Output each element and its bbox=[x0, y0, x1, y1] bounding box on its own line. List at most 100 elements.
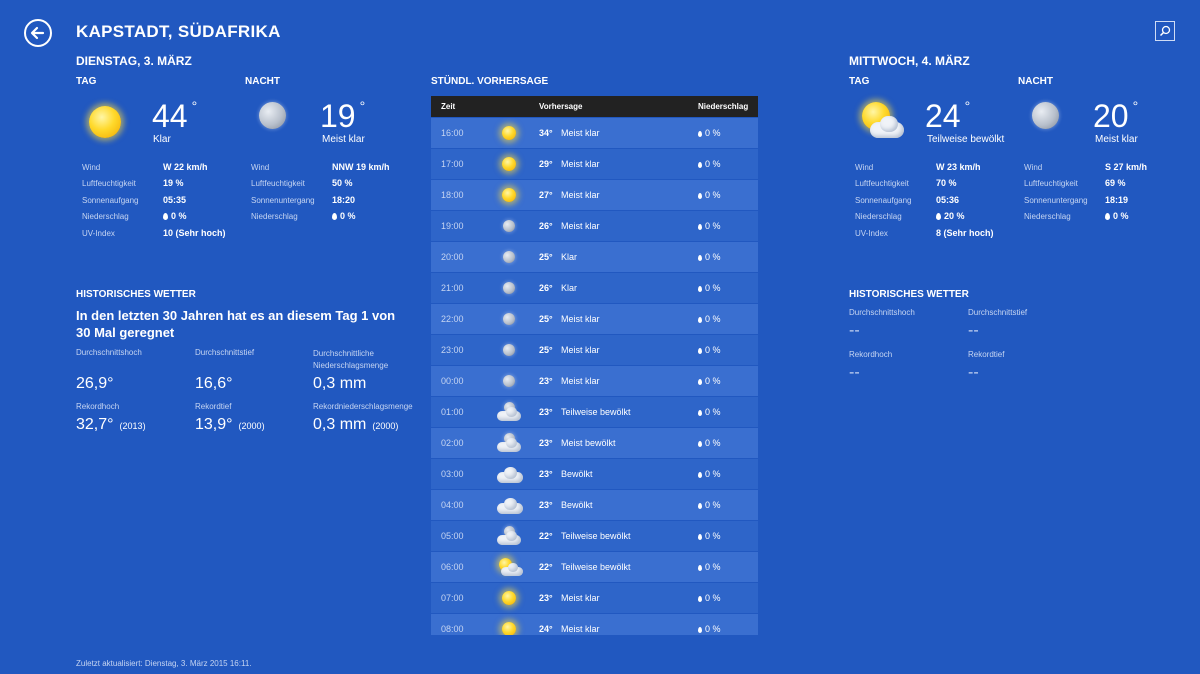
row-time: 23:00 bbox=[441, 345, 464, 355]
row-time: 08:00 bbox=[441, 624, 464, 634]
hourly-forecast-table[interactable]: Zeit Vorhersage Niederschlag 16:00 34° Mei… bbox=[431, 96, 758, 635]
today-night-label: NACHT bbox=[245, 76, 280, 87]
detail-value: 0 % bbox=[1105, 211, 1129, 221]
row-precip: 0 % bbox=[698, 314, 721, 324]
tomorrow-day-temp: 24 ° bbox=[925, 98, 971, 134]
history2-title: HISTORISCHES WETTER bbox=[849, 289, 969, 300]
table-row: 00:00 23° Meist klar 0 % bbox=[431, 366, 758, 396]
row-temp: 24° bbox=[539, 624, 553, 634]
table-row: 20:00 25° Klar 0 % bbox=[431, 242, 758, 272]
raindrop-icon bbox=[698, 596, 702, 602]
table-row: 23:00 25° Meist klar 0 % bbox=[431, 335, 758, 365]
row-time: 06:00 bbox=[441, 562, 464, 572]
row-precip: 0 % bbox=[698, 252, 721, 262]
sun-icon bbox=[89, 106, 121, 138]
row-temp: 26° bbox=[539, 221, 553, 231]
history-title: HISTORISCHES WETTER bbox=[76, 289, 196, 300]
today-night-temp: 19 ° bbox=[320, 98, 366, 134]
history-rec-high-label: Rekordhoch bbox=[76, 402, 120, 411]
sun-icon bbox=[499, 123, 519, 143]
row-temp: 23° bbox=[539, 593, 553, 603]
raindrop-icon bbox=[698, 162, 702, 168]
arrow-left-icon bbox=[30, 26, 45, 40]
cloud-icon bbox=[497, 495, 523, 515]
col-time: Zeit bbox=[441, 102, 456, 111]
row-time: 18:00 bbox=[441, 190, 464, 200]
row-time: 00:00 bbox=[441, 376, 464, 386]
history-rec-precip: 0,3 mm (2000) bbox=[313, 416, 398, 434]
row-condition: Teilweise bewölkt bbox=[561, 531, 631, 541]
row-temp: 23° bbox=[539, 469, 553, 479]
detail-label: Luftfeuchtigkeit bbox=[1024, 179, 1078, 188]
raindrop-icon bbox=[698, 317, 702, 323]
table-body: 16:00 34° Meist klar 0 % 17:00 29° Meist klar 0… bbox=[431, 118, 758, 635]
row-time: 19:00 bbox=[441, 221, 464, 231]
tomorrow-day-condition: Teilweise bewölkt bbox=[927, 134, 1005, 145]
detail-value: 0 % bbox=[332, 211, 356, 221]
detail-value: 50 % bbox=[332, 178, 353, 188]
moon-icon bbox=[499, 247, 519, 267]
table-row: 08:00 24° Meist klar 0 % bbox=[431, 614, 758, 635]
detail-value: NNW 19 km/h bbox=[332, 162, 390, 172]
raindrop-icon bbox=[163, 213, 168, 220]
history-rec-precip-year: (2000) bbox=[372, 421, 399, 431]
row-time: 20:00 bbox=[441, 252, 464, 262]
moon-icon bbox=[499, 340, 519, 360]
row-time: 16:00 bbox=[441, 128, 464, 138]
search-button[interactable] bbox=[1155, 21, 1175, 41]
detail-value: W 23 km/h bbox=[936, 162, 981, 172]
row-precip: 0 % bbox=[698, 283, 721, 293]
tomorrow-date: MITTWOCH, 4. MÄRZ bbox=[849, 54, 970, 68]
detail-label: Niederschlag bbox=[251, 212, 298, 221]
detail-value: W 22 km/h bbox=[163, 162, 208, 172]
moon-icon bbox=[1032, 102, 1059, 129]
row-time: 05:00 bbox=[441, 531, 464, 541]
col-precip: Niederschlag bbox=[698, 102, 749, 111]
raindrop-icon bbox=[698, 286, 702, 292]
detail-value: 10 (Sehr hoch) bbox=[163, 228, 226, 238]
raindrop-icon bbox=[698, 193, 702, 199]
table-header: Zeit Vorhersage Niederschlag bbox=[431, 96, 758, 117]
cloud-icon bbox=[497, 464, 523, 484]
row-time: 17:00 bbox=[441, 159, 464, 169]
detail-label: Sonnenuntergang bbox=[251, 196, 315, 205]
detail-value: 8 (Sehr hoch) bbox=[936, 228, 994, 238]
sun-cloud-icon bbox=[499, 557, 523, 577]
raindrop-icon bbox=[698, 627, 702, 633]
detail-label: Luftfeuchtigkeit bbox=[855, 179, 909, 188]
detail-value: 20 % bbox=[936, 211, 965, 221]
table-row: 16:00 34° Meist klar 0 % bbox=[431, 118, 758, 148]
detail-label: Niederschlag bbox=[855, 212, 902, 221]
history-avg-precip-value: 0,3 mm bbox=[313, 375, 367, 392]
raindrop-icon bbox=[698, 131, 702, 137]
detail-value: 0 % bbox=[163, 211, 187, 221]
back-button[interactable] bbox=[24, 19, 52, 47]
today-day-temp: 44 ° bbox=[152, 98, 198, 134]
row-condition: Bewölkt bbox=[561, 500, 593, 510]
row-temp: 25° bbox=[539, 345, 553, 355]
detail-label: Wind bbox=[251, 163, 270, 172]
today-date: DIENSTAG, 3. MÄRZ bbox=[76, 54, 192, 68]
row-time: 02:00 bbox=[441, 438, 464, 448]
row-condition: Meist klar bbox=[561, 128, 600, 138]
tomorrow-night-condition: Meist klar bbox=[1095, 134, 1138, 145]
raindrop-icon bbox=[698, 503, 702, 509]
row-condition: Meist klar bbox=[561, 190, 600, 200]
detail-value: 69 % bbox=[1105, 178, 1126, 188]
tomorrow-night-label: NACHT bbox=[1018, 76, 1053, 87]
row-temp: 23° bbox=[539, 376, 553, 386]
table-row: 07:00 23° Meist klar 0 % bbox=[431, 583, 758, 613]
raindrop-icon bbox=[698, 534, 702, 540]
history-avg-precip-label: Durchschnittliche Niederschlagsmenge bbox=[313, 349, 389, 370]
row-condition: Meist bewölkt bbox=[561, 438, 616, 448]
hourly-title: STÜNDL. VORHERSAGE bbox=[431, 76, 549, 87]
raindrop-icon bbox=[698, 224, 702, 230]
history-headline: In den letzten 30 Jahren hat es an diese… bbox=[76, 308, 396, 340]
tomorrow-night-temp: 20 ° bbox=[1093, 98, 1139, 134]
raindrop-icon bbox=[936, 213, 941, 220]
history-avg-low-label: Durchschnittstief bbox=[195, 348, 255, 357]
history-rec-high-year: (2013) bbox=[119, 421, 146, 431]
row-condition: Klar bbox=[561, 252, 578, 262]
row-temp: 22° bbox=[539, 531, 553, 541]
row-precip: 0 % bbox=[698, 407, 721, 417]
